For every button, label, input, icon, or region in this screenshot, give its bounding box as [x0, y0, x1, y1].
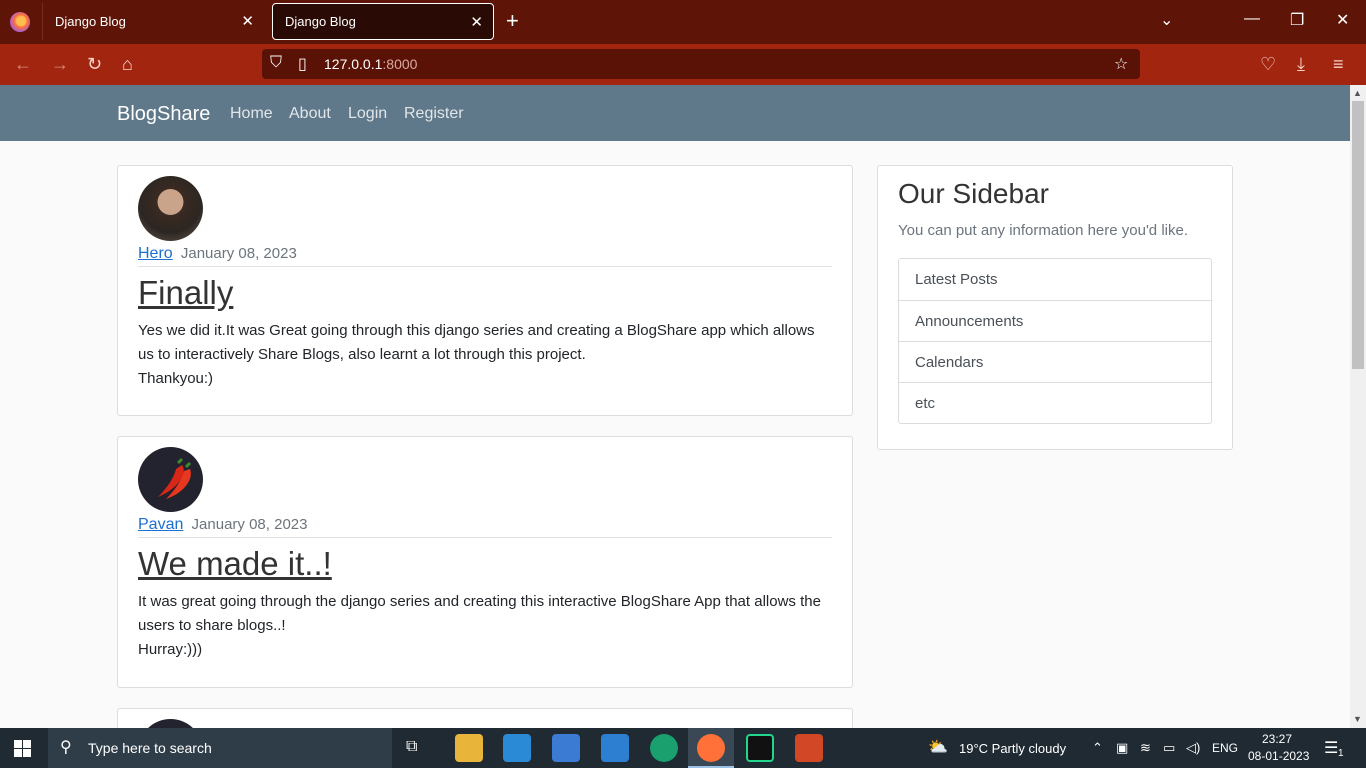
- chevron-down-icon[interactable]: ⌄: [1160, 10, 1173, 30]
- sidebar-item-calendars[interactable]: Calendars: [899, 341, 1211, 382]
- task-view-icon[interactable]: ⧉: [406, 738, 417, 756]
- avatar: [138, 447, 203, 512]
- store-icon[interactable]: [552, 734, 580, 762]
- scroll-down-icon[interactable]: ▼: [1353, 714, 1362, 724]
- sidebar: Our Sidebar You can put any information …: [877, 165, 1233, 450]
- tab-bar: Django Blog ✕ Django Blog ✕ + ⌄ — ❐ ✕: [0, 0, 1366, 44]
- url-port: :8000: [382, 56, 418, 72]
- firefox-icon[interactable]: [697, 734, 725, 762]
- meet-now-icon[interactable]: ▣: [1116, 740, 1128, 756]
- divider: [138, 266, 832, 267]
- tab-2-active[interactable]: Django Blog ✕: [272, 3, 494, 40]
- post-card: Pavan January 08, 2023 We made it..! It …: [117, 436, 853, 688]
- close-icon[interactable]: ✕: [470, 13, 483, 31]
- author-link[interactable]: Pavan: [138, 516, 183, 533]
- site-brand[interactable]: BlogShare: [117, 103, 210, 126]
- scroll-up-icon[interactable]: ▲: [1353, 88, 1362, 98]
- post-content: It was great going through the django se…: [138, 593, 821, 658]
- page-icon: ▯: [298, 56, 307, 73]
- windows-start-icon[interactable]: [14, 740, 31, 757]
- avatar: [138, 176, 203, 241]
- clock-date[interactable]: 08-01-2023: [1248, 749, 1309, 763]
- firefox-logo-icon[interactable]: [10, 12, 30, 32]
- nav-about[interactable]: About: [289, 105, 331, 123]
- bookmark-star-icon[interactable]: ☆: [1114, 54, 1128, 74]
- post-card: Hero January 08, 2023 Finally Yes we did…: [117, 165, 853, 416]
- edge-icon[interactable]: [650, 734, 678, 762]
- chevron-up-icon[interactable]: ⌃: [1092, 740, 1103, 756]
- tab-title: Django Blog: [55, 14, 126, 29]
- post-date: January 08, 2023: [180, 245, 297, 262]
- post-content: Yes we did it.It was Great going through…: [138, 322, 815, 387]
- nav-login[interactable]: Login: [348, 105, 387, 123]
- home-icon[interactable]: ⌂: [122, 54, 133, 74]
- powerpoint-icon[interactable]: [795, 734, 823, 762]
- close-window-icon[interactable]: ✕: [1336, 10, 1349, 30]
- nav-register[interactable]: Register: [404, 105, 464, 123]
- forward-icon[interactable]: →: [51, 54, 69, 74]
- vscode-icon[interactable]: [503, 734, 531, 762]
- sidebar-subtitle: You can put any information here you'd l…: [898, 222, 1188, 239]
- scroll-thumb[interactable]: [1352, 101, 1364, 369]
- taskbar: ⚲ Type here to search ⧉ ⛅ 19°C Partly cl…: [0, 728, 1366, 768]
- page-viewport: BlogShare Home About Login Register Hero…: [0, 85, 1350, 728]
- back-icon[interactable]: ←: [14, 54, 32, 74]
- menu-icon[interactable]: ≡: [1333, 54, 1344, 74]
- new-tab-icon[interactable]: +: [506, 8, 519, 34]
- mail-icon[interactable]: [601, 734, 629, 762]
- sidebar-item-announcements[interactable]: Announcements: [899, 300, 1211, 341]
- avatar: [138, 719, 203, 728]
- scrollbar[interactable]: ▲ ▼: [1350, 85, 1366, 728]
- sidebar-item-etc[interactable]: etc: [899, 382, 1211, 423]
- weather-text[interactable]: 19°C Partly cloudy: [959, 741, 1066, 756]
- sidebar-title: Our Sidebar: [898, 178, 1049, 209]
- divider: [138, 537, 832, 538]
- taskbar-search[interactable]: ⚲ Type here to search: [48, 728, 392, 768]
- search-icon: ⚲: [60, 739, 72, 756]
- search-placeholder: Type here to search: [88, 740, 212, 756]
- post-date: January 08, 2023: [191, 516, 308, 533]
- weather-icon[interactable]: ⛅: [928, 737, 948, 757]
- post-meta: Hero January 08, 2023: [138, 245, 297, 263]
- clock-time[interactable]: 23:27: [1262, 732, 1292, 746]
- reload-icon[interactable]: ↻: [87, 54, 102, 74]
- file-explorer-icon[interactable]: [455, 734, 483, 762]
- tab-1[interactable]: Django Blog ✕: [42, 3, 264, 40]
- sidebar-list: Latest Posts Announcements Calendars etc: [898, 258, 1212, 424]
- url-host: 127.0.0.1: [324, 56, 383, 72]
- notification-count: 1: [1338, 748, 1344, 759]
- url-bar[interactable]: ⛉ ▯ 127.0.0.1:8000 ☆: [262, 49, 1140, 79]
- notification-icon[interactable]: ☰: [1324, 738, 1338, 758]
- post-title[interactable]: Finally: [138, 274, 233, 312]
- url-text[interactable]: 127.0.0.1:8000: [324, 56, 417, 72]
- post-title[interactable]: We made it..!: [138, 545, 332, 583]
- post-card: [117, 708, 853, 728]
- volume-icon[interactable]: ◁): [1186, 740, 1200, 756]
- site-navbar: BlogShare Home About Login Register: [0, 85, 1350, 141]
- download-icon[interactable]: ⤓: [1297, 54, 1305, 74]
- sidebar-item-latest-posts[interactable]: Latest Posts: [899, 259, 1211, 300]
- author-link[interactable]: Hero: [138, 245, 173, 262]
- pycharm-icon[interactable]: [746, 734, 774, 762]
- close-icon[interactable]: ✕: [241, 12, 254, 30]
- tab-title: Django Blog: [285, 14, 356, 29]
- language-indicator[interactable]: ENG: [1212, 741, 1238, 755]
- post-meta: Pavan January 08, 2023: [138, 516, 307, 534]
- nav-home[interactable]: Home: [230, 105, 273, 123]
- chili-icon: [158, 457, 192, 499]
- wifi-icon[interactable]: ≋: [1140, 740, 1151, 756]
- restore-icon[interactable]: ❐: [1290, 10, 1304, 30]
- pocket-icon[interactable]: ♡: [1260, 54, 1276, 74]
- battery-icon[interactable]: ▭: [1163, 740, 1175, 756]
- minimize-icon[interactable]: —: [1244, 10, 1260, 28]
- shield-icon[interactable]: ⛉: [270, 54, 282, 72]
